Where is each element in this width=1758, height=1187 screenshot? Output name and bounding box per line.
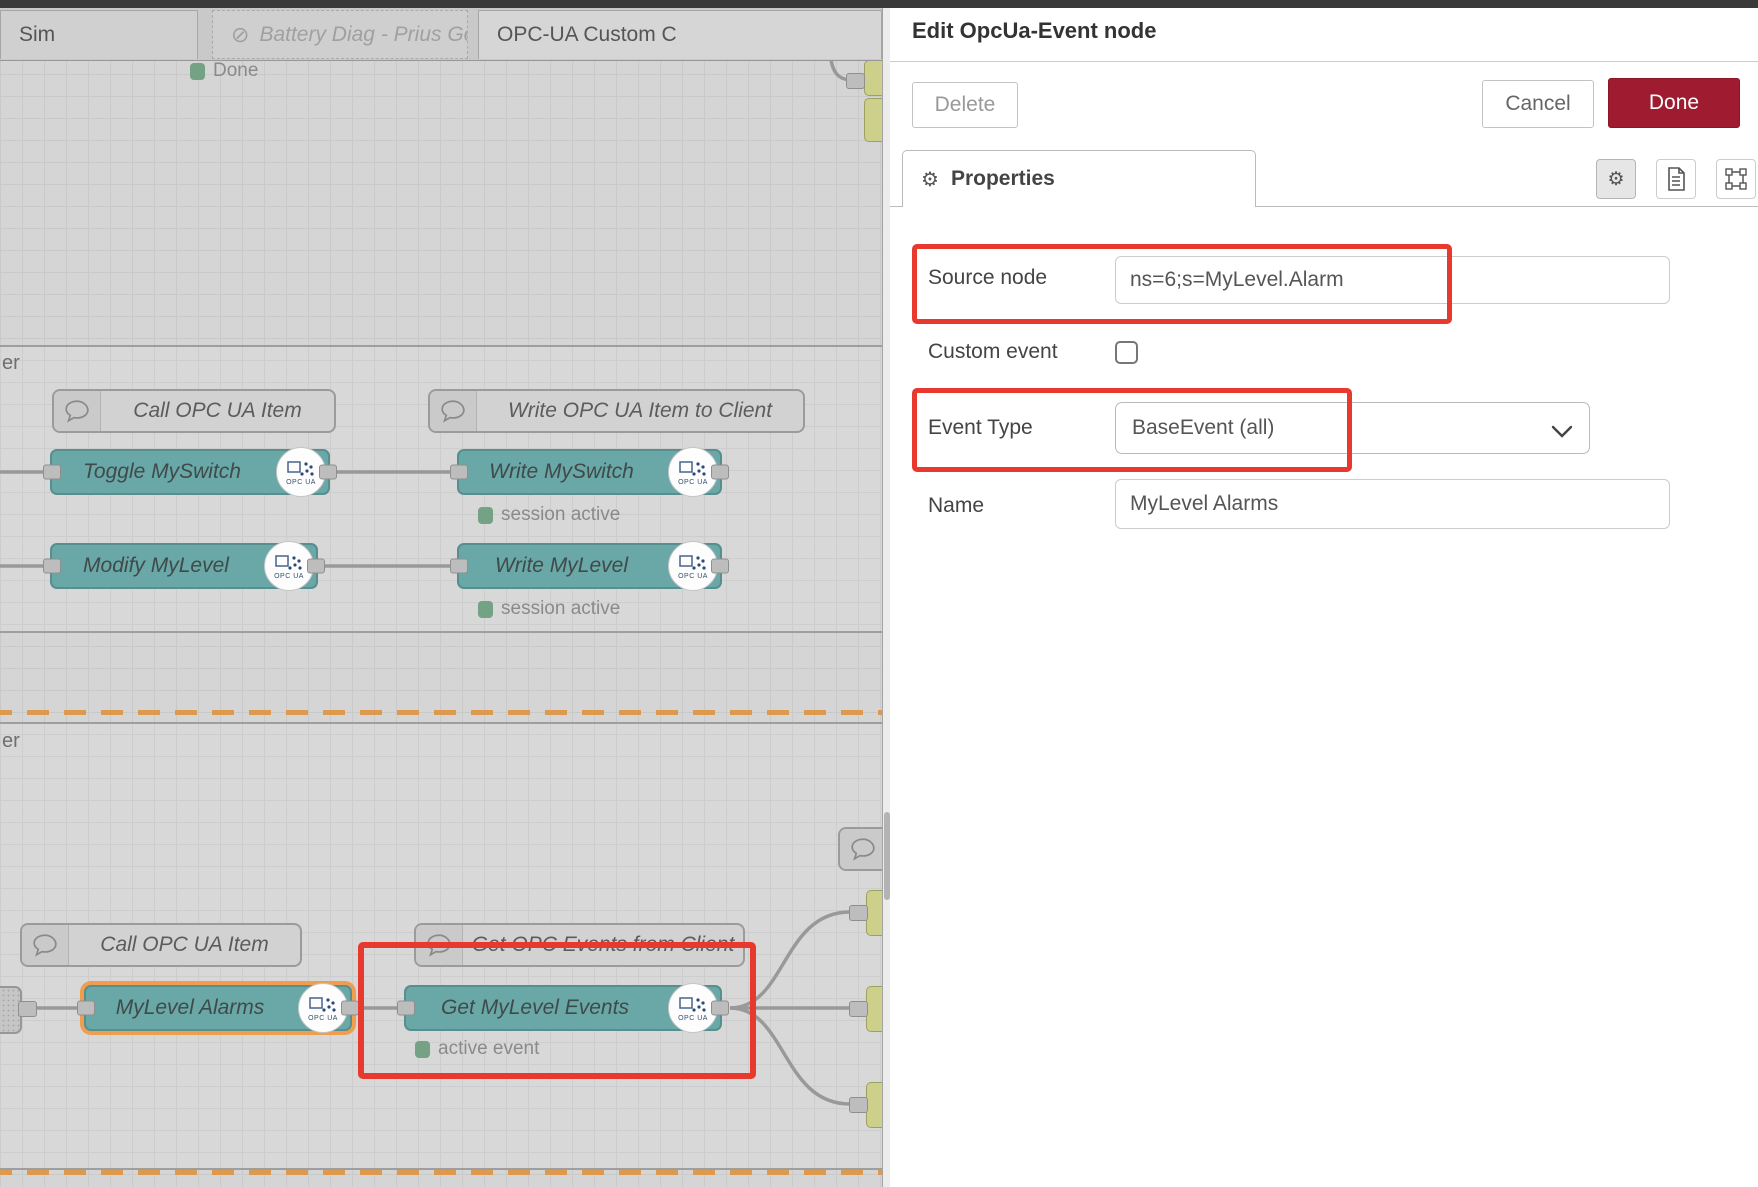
event-type-label: Event Type	[928, 416, 1033, 440]
no-entry-icon: ⊘	[231, 22, 249, 48]
panel-tab-row: ⚙ Properties ⚙	[890, 150, 1758, 207]
status-active-event: active event	[415, 1038, 539, 1060]
input-port[interactable]	[450, 465, 468, 480]
node-port[interactable]	[849, 1097, 868, 1113]
panel-header: Edit OpcUa-Event node	[890, 0, 1758, 62]
comment-bubble-icon	[430, 391, 477, 431]
comment-bubble-icon	[416, 925, 463, 965]
comment-node-write-opcua-item[interactable]: Write OPC UA Item to Client	[428, 389, 805, 433]
comment-node-call-opcua-item[interactable]: Call OPC UA Item	[52, 389, 336, 433]
event-type-select[interactable]: BaseEvent (all)	[1115, 402, 1590, 454]
panel-title: Edit OpcUa-Event node	[912, 18, 1156, 44]
done-button[interactable]: Done	[1608, 78, 1740, 128]
description-icon-button[interactable]	[1656, 159, 1696, 199]
tab-battery-diag-disabled[interactable]: ⊘ Battery Diag - Prius Gen 4	[212, 10, 468, 59]
node-port[interactable]	[849, 905, 868, 921]
gear-icon: ⚙	[921, 167, 939, 192]
node-port[interactable]	[846, 73, 865, 89]
status-done: Done	[190, 60, 258, 82]
chevron-down-icon	[1551, 421, 1573, 445]
status-dot	[415, 1041, 430, 1058]
edit-properties-icon-button[interactable]: ⚙	[1596, 159, 1636, 199]
input-port[interactable]	[450, 559, 468, 574]
link-node-stub[interactable]	[864, 98, 882, 142]
flow-tab-bar: Sim ⊘ Battery Diag - Prius Gen 4 OPC-UA …	[0, 8, 882, 61]
node-modify-mylevel[interactable]: Modify MyLevel OPC UA	[50, 543, 318, 589]
status-dot	[478, 601, 493, 618]
output-port[interactable]	[341, 1001, 359, 1016]
node-write-myswitch[interactable]: Write MySwitch OPC UA	[457, 449, 722, 495]
status-dot	[190, 63, 205, 80]
node-mylevel-alarms[interactable]: MyLevel Alarms OPC UA	[84, 985, 352, 1031]
node-write-mylevel[interactable]: Write MyLevel OPC UA	[457, 543, 722, 589]
node-toggle-myswitch[interactable]: Toggle MySwitch OPC UA	[50, 449, 330, 495]
source-node-input[interactable]	[1115, 256, 1670, 304]
comment-node-get-opc-events[interactable]: Get OPC Events from Client	[414, 923, 745, 967]
custom-event-label: Custom event	[928, 340, 1058, 364]
link-node-stub[interactable]	[864, 60, 882, 96]
output-port[interactable]	[711, 559, 729, 574]
tab-properties[interactable]: ⚙ Properties	[902, 150, 1256, 207]
comment-node-partial[interactable]	[838, 827, 882, 871]
edit-node-panel: Edit OpcUa-Event node Delete Cancel Done…	[890, 0, 1758, 1187]
link-node-stub[interactable]	[866, 1082, 882, 1128]
input-port[interactable]	[43, 465, 61, 480]
output-port[interactable]	[711, 465, 729, 480]
input-port[interactable]	[397, 1001, 415, 1016]
cancel-button[interactable]: Cancel	[1482, 80, 1594, 128]
custom-event-checkbox[interactable]	[1115, 341, 1138, 364]
comment-bubble-icon	[54, 391, 101, 431]
output-port[interactable]	[319, 465, 337, 480]
input-port[interactable]	[77, 1001, 95, 1016]
selection-box-icon	[1725, 168, 1747, 190]
appearance-icon-button[interactable]	[1716, 159, 1756, 199]
output-port[interactable]	[711, 1001, 729, 1016]
tab-opcua-custom[interactable]: OPC-UA Custom C	[478, 10, 882, 59]
source-node-label: Source node	[928, 266, 1047, 290]
comment-bubble-icon	[22, 925, 69, 965]
node-port[interactable]	[18, 1001, 37, 1017]
node-red-editor: er er Done	[0, 0, 1758, 1187]
gear-icon: ⚙	[1607, 168, 1624, 191]
node-port[interactable]	[849, 1001, 868, 1017]
flow-canvas[interactable]: er er Done	[0, 0, 882, 1187]
delete-button[interactable]: Delete	[912, 82, 1018, 128]
status-session-active: session active	[478, 598, 620, 620]
node-get-mylevel-events[interactable]: Get MyLevel Events OPC UA	[404, 985, 722, 1031]
document-icon	[1666, 167, 1686, 191]
input-port[interactable]	[43, 559, 61, 574]
status-dot	[478, 507, 493, 524]
name-label: Name	[928, 494, 984, 518]
link-node-stub[interactable]	[866, 890, 882, 936]
comment-node-call-opcua-item-2[interactable]: Call OPC UA Item	[20, 923, 302, 967]
link-node-stub[interactable]	[866, 986, 882, 1032]
tab-sim[interactable]: Sim	[0, 10, 198, 59]
status-session-active: session active	[478, 504, 620, 526]
comment-bubble-icon	[840, 829, 882, 869]
output-port[interactable]	[307, 559, 325, 574]
name-input[interactable]	[1115, 479, 1670, 529]
top-dark-strip	[0, 0, 1758, 8]
